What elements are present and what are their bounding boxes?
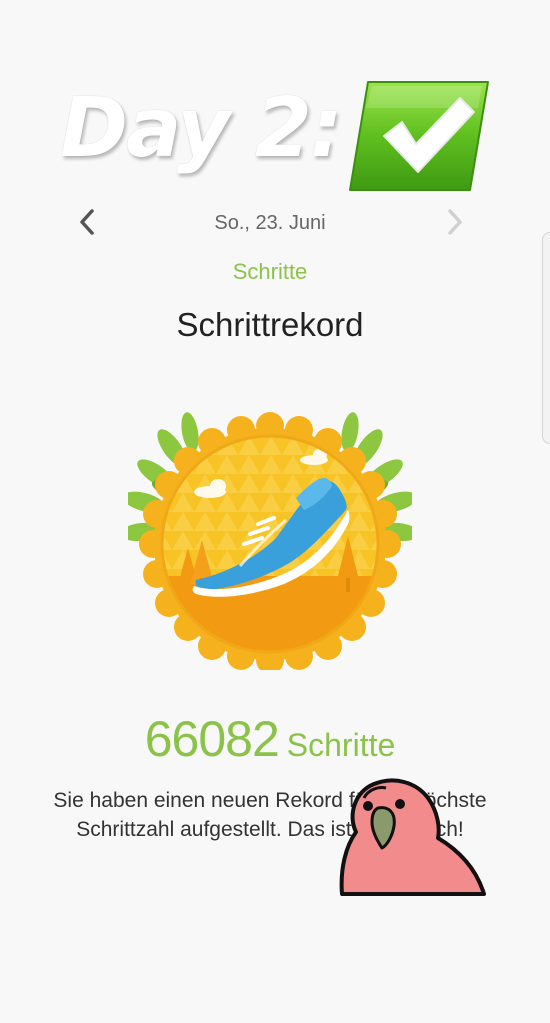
next-day-button[interactable] — [440, 206, 470, 238]
step-record-value: 66082 Schritte — [0, 710, 540, 768]
date-navigation: So., 23. Juni — [0, 200, 550, 246]
party-parrot-sticker — [339, 778, 486, 896]
running-shoe-medal-icon — [128, 412, 412, 670]
step-count: 66082 — [144, 711, 280, 767]
category-label: Schritte — [232, 259, 308, 284]
step-unit: Schritte — [286, 727, 396, 763]
overlay-title: Day 2: — [60, 81, 343, 176]
page-title: Schrittrekord — [176, 306, 364, 343]
chevron-right-icon — [448, 209, 462, 235]
edge-panel-handle[interactable] — [542, 232, 550, 444]
green-checkmark-icon — [349, 81, 489, 191]
